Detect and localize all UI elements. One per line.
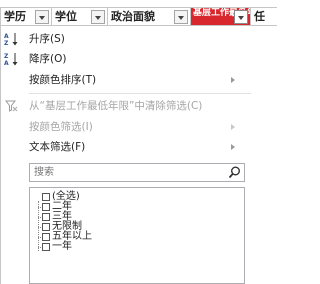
menu-clear-filter[interactable]: 从“基层工作最低年限”中清除筛选(C) bbox=[1, 96, 253, 116]
menu-sort-ascending[interactable]: A Z 升序(S) bbox=[1, 29, 253, 49]
autofilter-dropdown-panel: A Z 升序(S) Z A 降序(O) 按颜色排序(T) 从“基层工作最低年限”… bbox=[0, 26, 277, 284]
menu-label: 降序(O) bbox=[29, 53, 67, 65]
checkbox[interactable] bbox=[42, 243, 50, 251]
column-header-political-status[interactable]: 政治面貌 bbox=[108, 7, 191, 26]
column-header-min-grassroots-years[interactable]: 基层工作最低年限 bbox=[191, 7, 251, 26]
column-header-degree[interactable]: 学位 bbox=[52, 7, 108, 26]
list-item[interactable]: 一年 bbox=[34, 242, 92, 252]
menu-separator bbox=[29, 93, 251, 94]
svg-text:A: A bbox=[4, 60, 9, 66]
filter-dropdown-button[interactable] bbox=[234, 10, 248, 24]
filter-values-tree: (全选) 二年 三年 无限制 五年以上 一年 bbox=[34, 192, 92, 252]
menu-sort-by-color[interactable]: 按颜色排序(T) bbox=[1, 70, 253, 90]
column-header-education[interactable]: 学历 bbox=[0, 7, 52, 26]
svg-text:A: A bbox=[4, 33, 9, 40]
menu-label: 从“基层工作最低年限”中清除筛选(C) bbox=[29, 100, 203, 112]
menu-label: 按颜色排序(T) bbox=[29, 74, 97, 86]
sort-ascending-icon: A Z bbox=[4, 33, 18, 46]
filter-dropdown-button[interactable] bbox=[174, 10, 188, 24]
filter-dropdown-button[interactable] bbox=[91, 10, 105, 24]
filter-dropdown-button[interactable] bbox=[35, 10, 49, 24]
filter-search-box[interactable] bbox=[29, 163, 245, 182]
checkbox[interactable] bbox=[42, 233, 50, 241]
column-header-label: 任 bbox=[254, 10, 265, 23]
menu-label: 文本筛选(F) bbox=[29, 141, 86, 153]
column-header-label: 政治面貌 bbox=[111, 10, 155, 23]
list-item-label: 一年 bbox=[52, 241, 72, 252]
search-input[interactable] bbox=[30, 164, 220, 181]
clear-filter-icon bbox=[4, 100, 18, 112]
menu-text-filters[interactable]: 文本筛选(F) bbox=[1, 137, 253, 157]
search-icon bbox=[228, 166, 240, 179]
sheet-header-row: 学历 学位 政治面貌 基层工作最低年限 任 bbox=[0, 0, 277, 26]
submenu-arrow-icon bbox=[231, 77, 235, 83]
menu-label: 按颜色筛选(I) bbox=[29, 121, 93, 133]
menu-sort-descending[interactable]: Z A 降序(O) bbox=[1, 49, 253, 69]
column-header-label: 学位 bbox=[55, 10, 77, 23]
column-header-label: 基层工作最低年限 bbox=[193, 8, 250, 18]
submenu-arrow-icon bbox=[231, 124, 235, 130]
checkbox[interactable] bbox=[42, 193, 50, 201]
menu-filter-by-color[interactable]: 按颜色筛选(I) bbox=[1, 117, 253, 137]
column-header-partial[interactable]: 任 bbox=[251, 7, 277, 26]
checkbox[interactable] bbox=[42, 203, 50, 211]
checkbox[interactable] bbox=[42, 213, 50, 221]
checkbox[interactable] bbox=[42, 223, 50, 231]
svg-text:Z: Z bbox=[4, 40, 9, 46]
menu-label: 升序(S) bbox=[29, 33, 65, 45]
filter-values-list: (全选) 二年 三年 无限制 五年以上 一年 bbox=[29, 187, 245, 284]
sort-descending-icon: Z A bbox=[4, 53, 18, 66]
svg-text:Z: Z bbox=[4, 53, 9, 60]
submenu-arrow-icon bbox=[231, 144, 235, 150]
column-header-label: 学历 bbox=[4, 10, 26, 23]
